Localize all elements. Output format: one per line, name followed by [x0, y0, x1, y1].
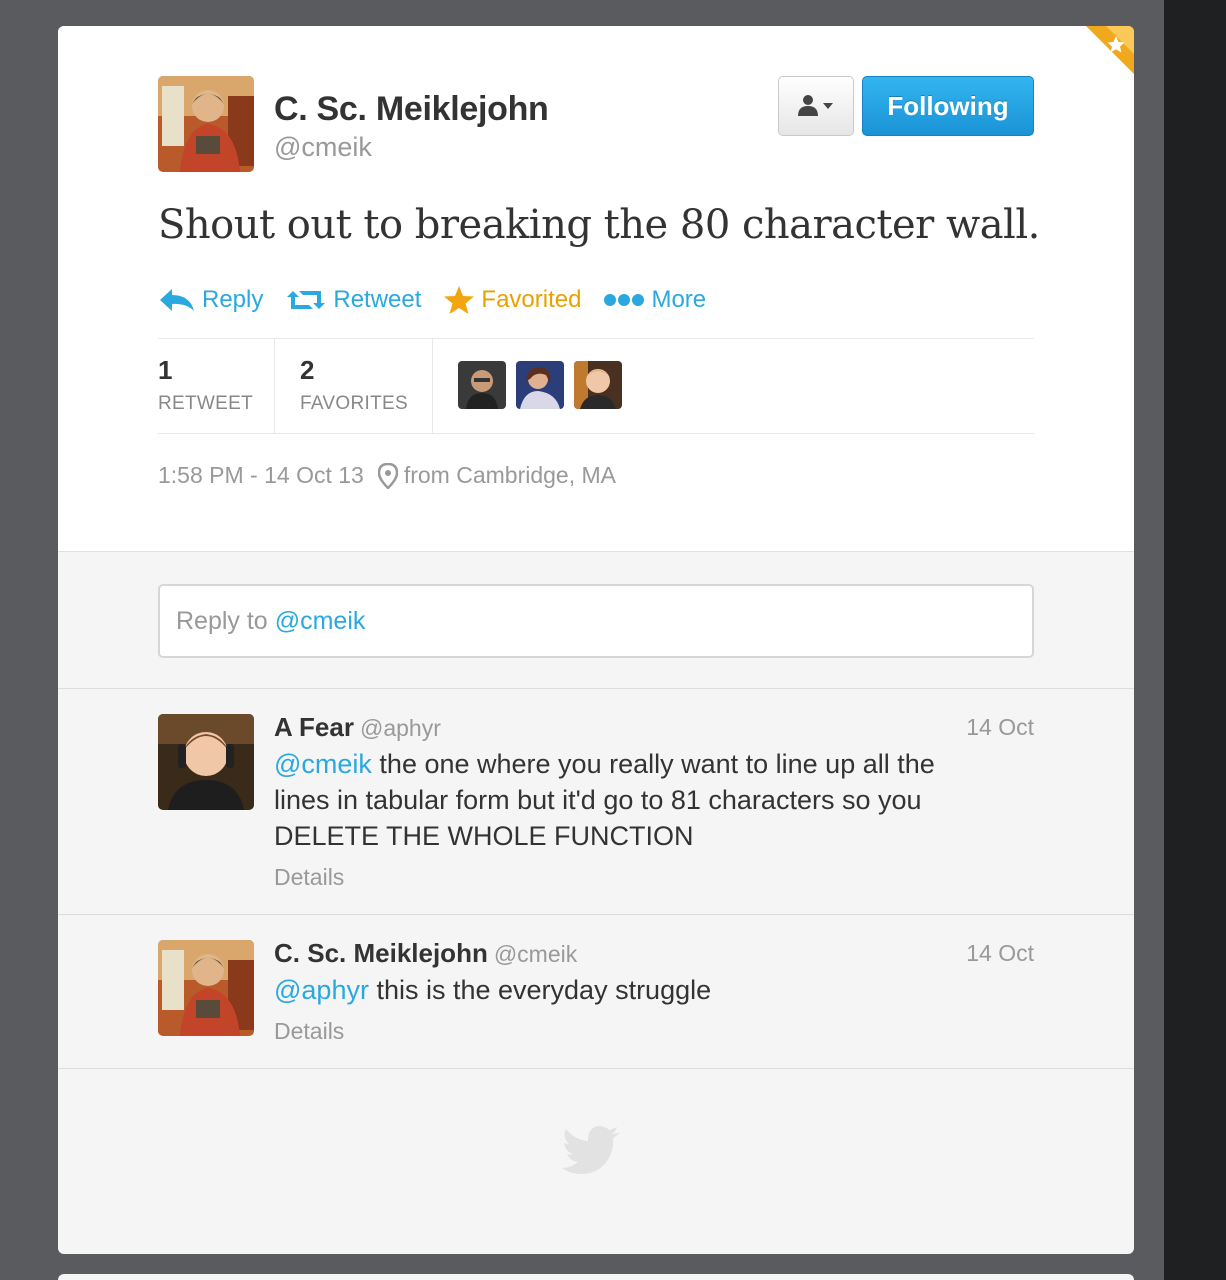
retweet-stat-label: RETWEET: [158, 393, 253, 414]
divider: [58, 688, 1134, 689]
next-card-edge: [58, 1274, 1134, 1280]
reply-mention[interactable]: @cmeik: [274, 749, 372, 779]
reply-text-line: lines in tabular form but it'd go to 81 …: [274, 785, 922, 815]
favorites-stat-label: FAVORITES: [300, 393, 408, 414]
reply-input[interactable]: Reply to @cmeik: [158, 584, 1034, 658]
more-action[interactable]: More: [603, 286, 706, 314]
reply-text: @aphyr this is the everyday struggle: [274, 972, 1014, 1008]
retweet-icon: [287, 291, 326, 309]
reply-label: Reply: [202, 286, 264, 313]
person-icon: [798, 95, 833, 116]
reply-author-name[interactable]: C. Sc. Meiklejohn: [274, 938, 488, 968]
more-dots-icon: [604, 294, 645, 306]
reply-author-handle[interactable]: @cmeik: [494, 941, 577, 967]
favorites-count: 2: [300, 355, 315, 385]
reply-author: C. Sc. Meiklejohn @cmeik: [274, 938, 577, 969]
reply-date[interactable]: 14 Oct: [966, 714, 1034, 741]
favorite-action[interactable]: Favorited: [443, 285, 581, 315]
favoriter-avatar[interactable]: [458, 361, 506, 409]
favorites-stat[interactable]: 2 FAVORITES: [300, 339, 432, 433]
favoriter-avatar[interactable]: [574, 361, 622, 409]
favorited-label: Favorited: [481, 286, 582, 313]
tweet-stats: 1 RETWEET 2 FAVORITES: [158, 338, 1034, 434]
reply-author-name[interactable]: A Fear: [274, 712, 354, 742]
star-icon: [444, 286, 475, 314]
reply-icon: [160, 289, 194, 311]
reply-avatar[interactable]: [158, 940, 254, 1036]
retweet-count: 1: [158, 355, 173, 385]
tweet-main: C. Sc. Meiklejohn @cmeik Following Shout…: [58, 26, 1134, 552]
reply-text: @cmeik the one where you really want to …: [274, 746, 1014, 854]
reply-mention[interactable]: @aphyr: [274, 975, 369, 1005]
reply-prefix: Reply to: [176, 606, 268, 635]
tweet-meta: 1:58 PM - 14 Oct 13 from Cambridge, MA: [158, 462, 616, 489]
reply-mention: @cmeik: [274, 606, 366, 635]
retweet-action[interactable]: Retweet: [285, 286, 421, 314]
details-link[interactable]: Details: [274, 1018, 344, 1045]
divider: [58, 1068, 1134, 1069]
tweet-timestamp[interactable]: 1:58 PM - 14 Oct 13: [158, 462, 364, 489]
reply-avatar[interactable]: [158, 714, 254, 810]
reply-action[interactable]: Reply: [158, 286, 263, 314]
stat-divider: [432, 339, 433, 433]
location-pin-icon: [377, 462, 398, 489]
favoriter-avatar[interactable]: [516, 361, 564, 409]
reply-text-line: the one where you really want to line up…: [371, 749, 935, 779]
tweet-text: Shout out to breaking the 80 character w…: [158, 202, 1040, 248]
star-corner-icon: [1086, 26, 1134, 74]
reply-author-handle[interactable]: @aphyr: [360, 715, 441, 741]
retweet-label: Retweet: [333, 286, 422, 313]
divider: [58, 914, 1134, 915]
stat-divider: [274, 339, 275, 433]
reply-author: A Fear @aphyr: [274, 712, 441, 743]
tweet-card: C. Sc. Meiklejohn @cmeik Following Shout…: [58, 26, 1134, 1254]
twitter-bird-icon: [562, 1126, 620, 1174]
retweet-stat[interactable]: 1 RETWEET: [158, 339, 274, 433]
reply-text-line: this is the everyday struggle: [368, 975, 712, 1005]
window-edge: [1164, 0, 1226, 1280]
following-button[interactable]: Following: [862, 76, 1034, 136]
author-name[interactable]: C. Sc. Meiklejohn: [274, 90, 549, 129]
author-avatar[interactable]: [158, 76, 254, 172]
reply-text-line: DELETE THE WHOLE FUNCTION: [274, 821, 694, 851]
reply-date[interactable]: 14 Oct: [966, 940, 1034, 967]
user-actions-button[interactable]: [778, 76, 854, 136]
details-link[interactable]: Details: [274, 864, 344, 891]
chevron-down-icon: [823, 103, 833, 109]
more-label: More: [651, 286, 707, 313]
tweet-location[interactable]: from Cambridge, MA: [404, 462, 616, 489]
author-handle[interactable]: @cmeik: [274, 132, 372, 163]
tweet-actions: Reply Retweet Favorited More: [158, 282, 728, 318]
